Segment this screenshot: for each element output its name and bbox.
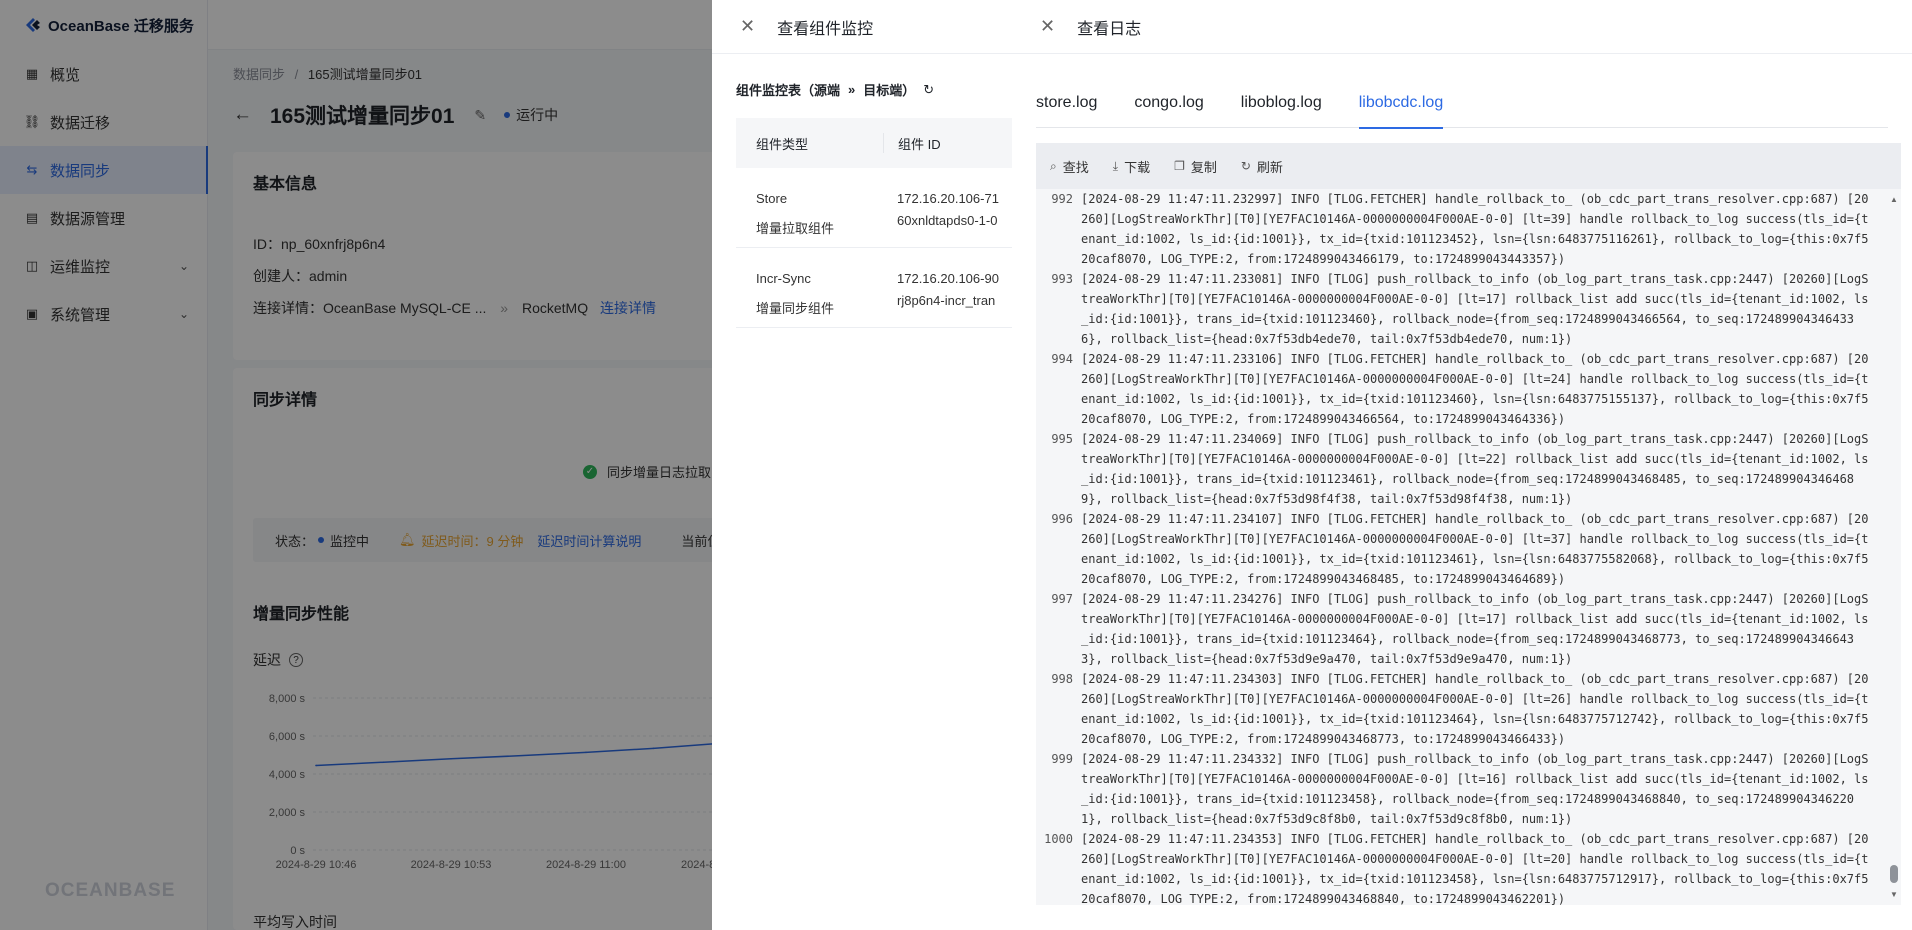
log-line-number: 997: [1051, 592, 1073, 606]
scroll-up-icon[interactable]: ▲: [1890, 195, 1898, 204]
log-line: 995 [2024-08-29 11:47:11.234069] INFO [TL…: [1036, 429, 1886, 509]
log-line: 993 [2024-08-29 11:47:11.233081] INFO [TL…: [1036, 269, 1886, 349]
component-table-title: 组件监控表（源端 » 目标端） ↻: [736, 81, 935, 99]
log-line-text: [2024-08-29 11:47:11.234107] INFO [TLOG.…: [1081, 512, 1869, 586]
component-type: Store: [756, 191, 788, 206]
log-viewer: ⌕ 查找 ⤓ 下载 ❐ 复制 ↻ 刷新 992 [2024-08-29 11:47:11.…: [1036, 143, 1901, 905]
log-line-number: 1000: [1044, 832, 1073, 846]
scrollbar-thumb[interactable]: [1890, 865, 1898, 883]
component-id-cont: 60xnldtapds0-1-0: [897, 213, 998, 228]
log-line: 994 [2024-08-29 11:47:11.233106] INFO [TL…: [1036, 349, 1886, 429]
search-icon: ⌕: [1050, 158, 1057, 173]
component-drawer-header: ✕ 查看组件监控: [712, 0, 1012, 54]
component-table: 组件类型 组件 ID Store 增量拉取组件 172.16.20.106-71 6…: [736, 118, 1012, 328]
table-row: Incr-Sync 增量同步组件 172.16.20.106-90 rj8p6n4-…: [736, 248, 1012, 328]
download-icon: ⤓: [1112, 158, 1119, 173]
log-line-number: 998: [1051, 672, 1073, 686]
log-line-number: 996: [1051, 512, 1073, 526]
col-type: 组件类型: [756, 136, 809, 152]
scroll-down-icon[interactable]: ▼: [1890, 890, 1898, 899]
tab-liboblog-log[interactable]: liboblog.log: [1241, 88, 1322, 128]
component-type-desc: 增量拉取组件: [756, 221, 835, 236]
component-type-desc: 增量同步组件: [756, 301, 835, 316]
log-toolbar: ⌕ 查找 ⤓ 下载 ❐ 复制 ↻ 刷新: [1036, 143, 1901, 189]
component-id: 172.16.20.106-71: [897, 191, 999, 206]
copy-button[interactable]: ❐ 复制: [1174, 157, 1217, 176]
table-row: Store 增量拉取组件 172.16.20.106-71 60xnldtapds0…: [736, 168, 1012, 248]
component-monitor-drawer: ✕ 查看组件监控 组件监控表（源端 » 目标端） ↻ 组件类型 组件 ID St…: [712, 0, 1012, 930]
refresh-icon: ↻: [1240, 159, 1251, 173]
log-line: 996 [2024-08-29 11:47:11.234107] INFO [TL…: [1036, 509, 1886, 589]
component-drawer-title: 查看组件监控: [777, 20, 874, 38]
log-line-number: 993: [1051, 272, 1073, 286]
log-line-text: [2024-08-29 11:47:11.232997] INFO [TLOG.…: [1081, 192, 1869, 266]
refresh-icon[interactable]: ↻: [923, 82, 934, 98]
log-lines[interactable]: 992 [2024-08-29 11:47:11.232997] INFO [TL…: [1036, 189, 1886, 905]
log-line: 992 [2024-08-29 11:47:11.232997] INFO [TL…: [1036, 189, 1886, 269]
log-line-number: 994: [1051, 352, 1073, 366]
refresh-button[interactable]: ↻ 刷新: [1241, 157, 1283, 176]
close-icon[interactable]: ✕: [1040, 16, 1055, 37]
tab-store-log[interactable]: store.log: [1036, 88, 1097, 128]
log-line-text: [2024-08-29 11:47:11.234303] INFO [TLOG.…: [1081, 672, 1869, 746]
log-line-text: [2024-08-29 11:47:11.234332] INFO [TLOG]…: [1081, 752, 1869, 826]
log-line: 999 [2024-08-29 11:47:11.234332] INFO [TL…: [1036, 749, 1886, 829]
log-line-text: [2024-08-29 11:47:11.234276] INFO [TLOG]…: [1081, 592, 1869, 666]
log-line-number: 995: [1051, 432, 1073, 446]
log-line-text: [2024-08-29 11:47:11.234353] INFO [TLOG.…: [1081, 832, 1869, 905]
log-line-text: [2024-08-29 11:47:11.233106] INFO [TLOG.…: [1081, 352, 1869, 426]
log-line: 1000 [2024-08-29 11:47:11.234353] INFO [T…: [1036, 829, 1886, 905]
log-line: 997 [2024-08-29 11:47:11.234276] INFO [TL…: [1036, 589, 1886, 669]
component-id-cont: rj8p6n4-incr_tran: [897, 293, 996, 308]
log-line-number: 992: [1051, 192, 1073, 206]
col-id: 组件 ID: [883, 133, 941, 153]
component-id: 172.16.20.106-90: [897, 271, 999, 286]
tab-congo-log[interactable]: congo.log: [1134, 88, 1203, 128]
find-button[interactable]: ⌕ 查找: [1050, 157, 1089, 176]
log-line-text: [2024-08-29 11:47:11.233081] INFO [TLOG]…: [1081, 272, 1869, 346]
log-line-number: 999: [1051, 752, 1073, 766]
log-tabs: store.log congo.log liboblog.log libobcd…: [1036, 88, 1888, 129]
component-type: Incr-Sync: [756, 271, 811, 286]
download-button[interactable]: ⤓ 下载: [1113, 157, 1150, 176]
double-arrow-icon: »: [848, 82, 856, 97]
log-drawer: ✕ 查看日志 store.log congo.log liboblog.log …: [1012, 0, 1912, 930]
log-scrollbar[interactable]: ▲ ▼: [1889, 195, 1899, 899]
log-line: 998 [2024-08-29 11:47:11.234303] INFO [TL…: [1036, 669, 1886, 749]
log-drawer-title: 查看日志: [1077, 20, 1142, 38]
close-icon[interactable]: ✕: [740, 16, 755, 37]
tab-libobcdc-log[interactable]: libobcdc.log: [1358, 88, 1443, 129]
log-drawer-header: ✕ 查看日志: [1012, 0, 1912, 54]
copy-icon: ❐: [1174, 159, 1185, 173]
log-line-text: [2024-08-29 11:47:11.234069] INFO [TLOG]…: [1081, 432, 1869, 506]
table-header: 组件类型 组件 ID: [736, 118, 1012, 168]
